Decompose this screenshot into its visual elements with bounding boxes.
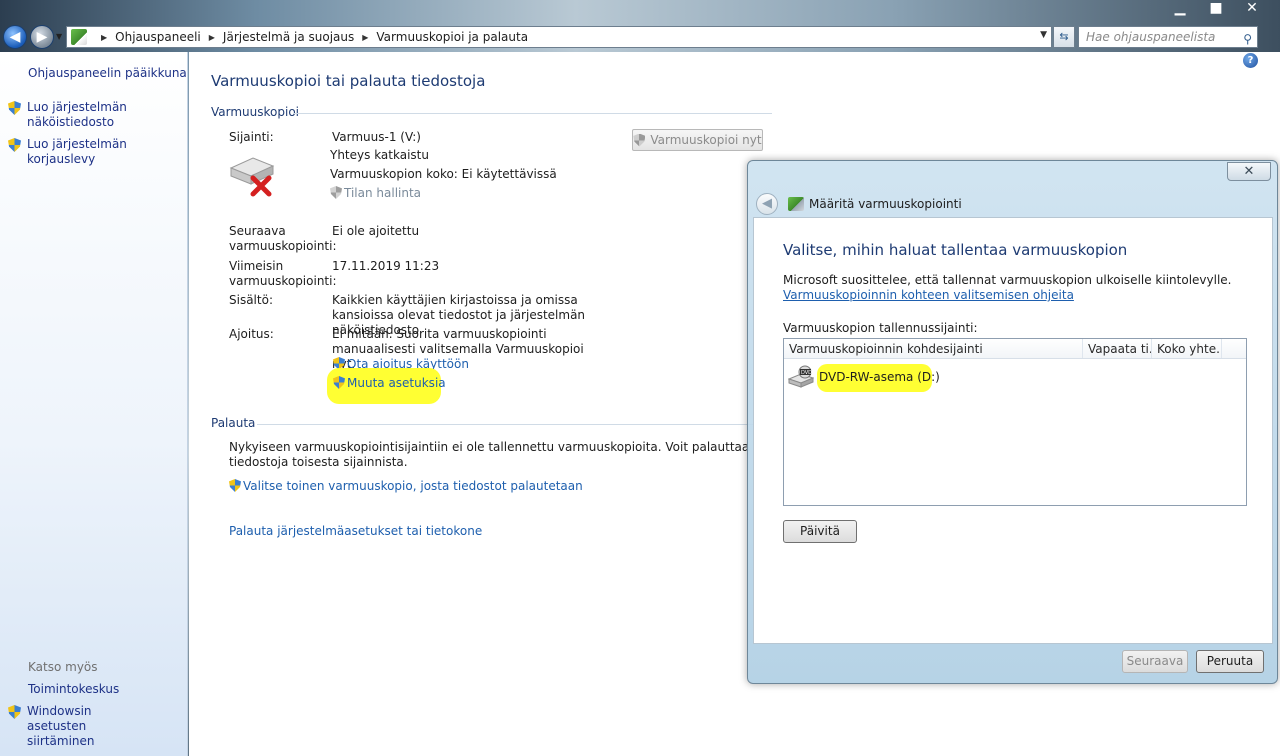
help-icon[interactable]: ? [1243, 53, 1258, 68]
dialog-body: Valitse, mihin haluat tallentaa varmuusk… [753, 217, 1273, 644]
dialog-heading: Valitse, mihin haluat tallentaa varmuusk… [783, 241, 1128, 259]
uac-shield-icon [8, 101, 21, 115]
manage-space-link[interactable]: Tilan hallinta [330, 186, 421, 201]
breadcrumb-system-security[interactable]: Järjestelmä ja suojaus [223, 30, 354, 44]
address-bar: ◀ ▶ ▼ ▶ Ohjauspaneeli ▶ Järjestelmä ja s… [0, 24, 1280, 50]
breadcrumb-separator-icon[interactable]: ▶ [101, 33, 107, 42]
refresh-button[interactable]: ⇆ [1053, 26, 1075, 48]
window-controls: ▁ ■ ✕ [1162, 0, 1270, 18]
breadcrumb-backup-restore[interactable]: Varmuuskopioi ja palauta [376, 30, 528, 44]
arrow-left-icon: ◀ [9, 29, 21, 45]
create-system-image-link[interactable]: Luo järjestelmän näköistiedosto [8, 100, 137, 130]
manage-space-label[interactable]: Tilan hallinta [344, 186, 421, 200]
dvd-drive-label[interactable]: DVD-RW-asema (D:) [819, 370, 940, 384]
search-input[interactable]: Hae ohjauspaneelista ⚲ [1078, 26, 1258, 48]
schedule-label: Ajoitus: [229, 327, 274, 341]
control-panel-icon [71, 29, 87, 45]
create-repair-disc-label[interactable]: Luo järjestelmän korjauslevy [27, 137, 177, 167]
change-settings-link[interactable]: Muuta asetuksia [333, 376, 446, 391]
column-free-space[interactable]: Vapaata ti... [1083, 339, 1152, 358]
select-other-backup-link[interactable]: Valitse toinen varmuuskopio, josta tiedo… [229, 479, 583, 494]
list-item[interactable]: DVD DVD-RW-asema (D:) [788, 365, 940, 389]
maximize-button[interactable]: ■ [1198, 0, 1234, 18]
section-divider [257, 424, 757, 425]
arrow-right-icon: ▶ [36, 29, 48, 45]
page-title: Varmuuskopioi tai palauta tiedostoja [211, 72, 486, 90]
refresh-icon: ⇆ [1059, 30, 1069, 43]
destination-help-link[interactable]: Varmuuskopioinnin kohteen valitsemisen o… [783, 288, 1074, 302]
arrow-left-icon: ◀ [762, 196, 772, 211]
restore-section-heading: Palauta [211, 416, 256, 430]
backup-section-heading: Varmuuskopioi [211, 105, 299, 119]
location-label: Sijainti: [229, 130, 274, 144]
last-backup-label: Viimeisin varmuuskopiointi: [229, 259, 337, 288]
column-total-size[interactable]: Koko yhte... [1152, 339, 1222, 358]
search-placeholder: Hae ohjauspaneelista [1086, 30, 1216, 44]
uac-shield-icon [333, 376, 345, 389]
windows-easy-transfer-label[interactable]: Windowsin asetusten siirtäminen [27, 704, 147, 749]
forward-button[interactable]: ▶ [30, 25, 54, 49]
control-panel-home-link[interactable]: Ohjauspaneelin pääikkuna [28, 66, 187, 80]
uac-shield-icon [330, 186, 342, 199]
dialog-title: Määritä varmuuskopiointi [809, 197, 962, 211]
cancel-button[interactable]: Peruuta [1196, 650, 1264, 673]
destination-list-header: Varmuuskopioinnin kohdesijainti Vapaata … [784, 339, 1246, 359]
svg-text:DVD: DVD [801, 370, 812, 376]
create-repair-disc-link[interactable]: Luo järjestelmän korjauslevy [8, 137, 177, 167]
disconnected-drive-icon [229, 157, 275, 197]
contents-label: Sisältö: [229, 293, 273, 307]
backup-location-label: Varmuuskopion tallennussijainti: [783, 321, 978, 335]
refresh-list-button[interactable]: Päivitä [783, 520, 857, 543]
uac-shield-icon [8, 138, 21, 152]
dialog-intro: Microsoft suosittelee, että tallennat va… [783, 273, 1253, 303]
uac-shield-icon [633, 133, 646, 147]
connection-status: Yhteys katkaistu [330, 148, 429, 162]
recent-pages-dropdown[interactable]: ▼ [56, 32, 62, 41]
uac-shield-icon [8, 705, 21, 719]
next-backup-label: Seuraava varmuuskopiointi: [229, 224, 337, 253]
section-divider [293, 113, 772, 114]
action-center-link[interactable]: Toimintokeskus [28, 682, 119, 696]
dialog-back-button[interactable]: ◀ [756, 193, 778, 215]
address-history-dropdown[interactable]: ▼ [1040, 30, 1047, 40]
backup-now-label: Varmuuskopioi nyt [650, 133, 762, 147]
dialog-intro-text: Microsoft suosittelee, että tallennat va… [783, 273, 1232, 287]
change-settings-label[interactable]: Muuta asetuksia [347, 376, 446, 390]
destination-list[interactable]: Varmuuskopioinnin kohdesijainti Vapaata … [783, 338, 1247, 506]
left-navigation-pane: Ohjauspaneelin pääikkuna Luo järjestelmä… [0, 52, 188, 756]
backup-now-button[interactable]: Varmuuskopioi nyt [632, 129, 763, 151]
breadcrumb-control-panel[interactable]: Ohjauspaneeli [115, 30, 201, 44]
back-button[interactable]: ◀ [3, 25, 27, 49]
title-bar: ▁ ■ ✕ ◀ ▶ ▼ ▶ Ohjauspaneeli ▶ Järjestelm… [0, 0, 1280, 52]
next-backup-value: Ei ole ajoitettu [332, 224, 420, 238]
next-button[interactable]: Seuraava [1122, 650, 1188, 673]
windows-easy-transfer-link[interactable]: Windowsin asetusten siirtäminen [8, 704, 147, 749]
see-also-heading: Katso myös [28, 660, 98, 674]
uac-shield-icon [229, 479, 241, 492]
backup-size: Varmuuskopion koko: Ei käytettävissä [330, 167, 557, 181]
backup-icon [788, 197, 804, 211]
breadcrumb-separator-icon[interactable]: ▶ [362, 33, 368, 42]
minimize-button[interactable]: ▁ [1162, 0, 1198, 18]
location-value: Varmuus-1 (V:) [332, 130, 421, 144]
create-system-image-label[interactable]: Luo järjestelmän näköistiedosto [27, 100, 137, 130]
restore-info-text: Nykyiseen varmuuskopiointisijaintiin ei … [229, 440, 750, 469]
last-backup-value: 17.11.2019 11:23 [332, 259, 440, 273]
address-field[interactable]: ▶ Ohjauspaneeli ▶ Järjestelmä ja suojaus… [66, 26, 1052, 48]
select-other-backup-label[interactable]: Valitse toinen varmuuskopio, josta tiedo… [243, 479, 583, 493]
column-destination[interactable]: Varmuuskopioinnin kohdesijainti [784, 339, 1083, 358]
setup-backup-dialog: ✕ ◀ Määritä varmuuskopiointi Valitse, mi… [747, 160, 1278, 684]
search-icon[interactable]: ⚲ [1243, 29, 1252, 49]
breadcrumb-separator-icon[interactable]: ▶ [209, 33, 215, 42]
dialog-close-button[interactable]: ✕ [1227, 162, 1271, 181]
restore-system-link[interactable]: Palauta järjestelmäasetukset tai tietoko… [229, 524, 482, 539]
close-button[interactable]: ✕ [1234, 0, 1270, 18]
dvd-drive-icon: DVD [788, 365, 814, 388]
